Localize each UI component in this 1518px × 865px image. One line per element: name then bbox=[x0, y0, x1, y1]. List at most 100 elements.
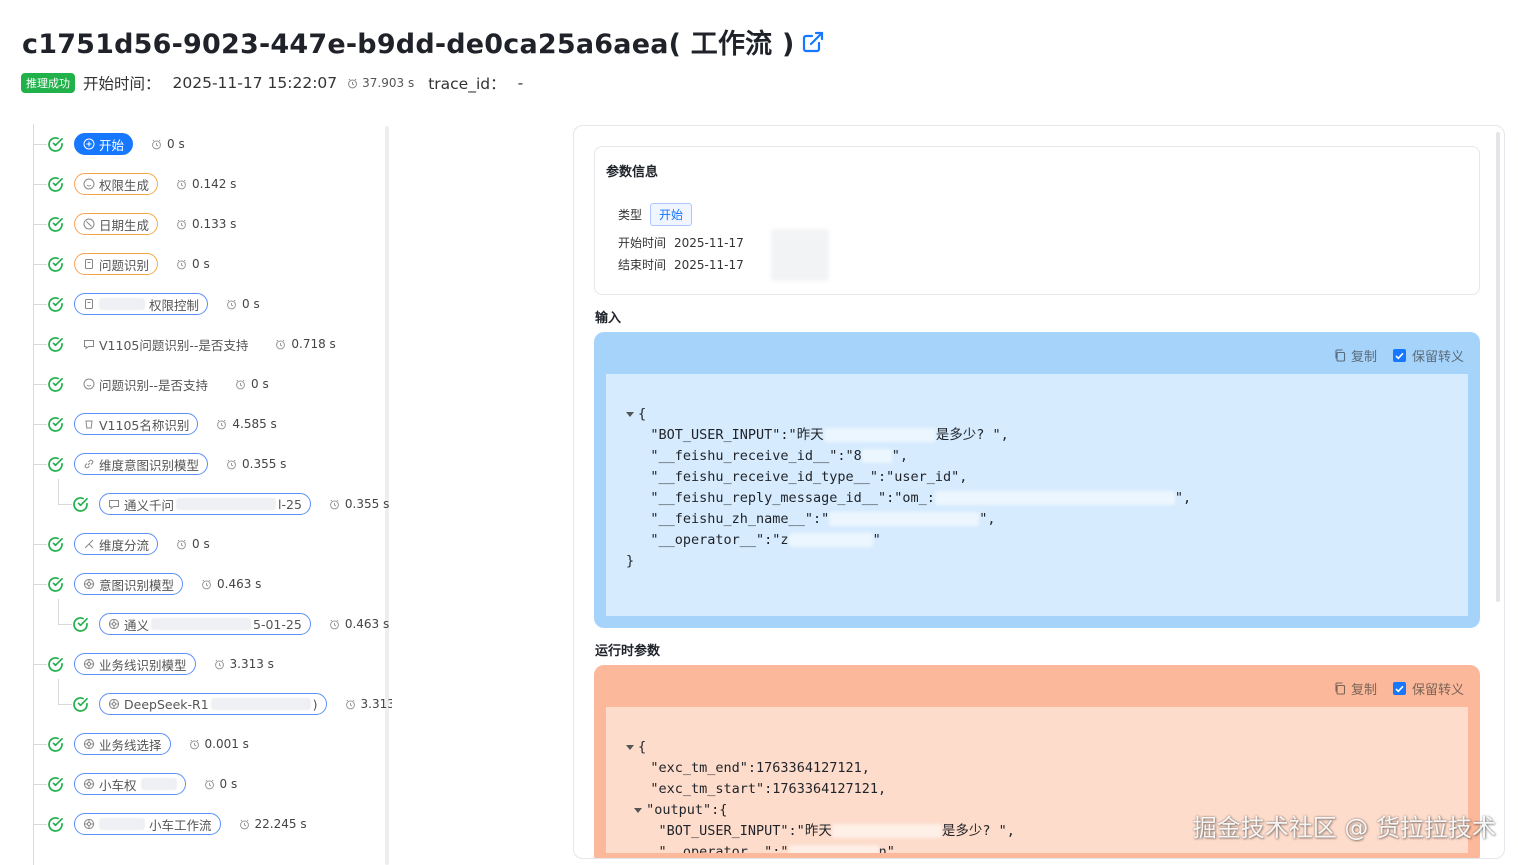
panel-scrollbar[interactable] bbox=[1496, 132, 1500, 602]
tree-node-12[interactable]: 意图识别模型 bbox=[74, 573, 184, 595]
tree-node-duration: 22.245 s bbox=[239, 817, 307, 831]
tree-node-15[interactable]: DeepSeek-R1) bbox=[99, 693, 327, 715]
clock-icon bbox=[177, 539, 186, 549]
tree-node-11[interactable]: 维度分流 bbox=[74, 533, 159, 555]
tree-node-duration: 0.133 s bbox=[176, 217, 236, 231]
json-line-text: "BOT_USER_INPUT":"昨天 bbox=[650, 427, 824, 443]
tree-node-label: 日期生成 bbox=[99, 217, 150, 233]
tree-node-row: DeepSeek-R1) 3.313 s bbox=[72, 689, 392, 719]
tree-node-18[interactable]: 小车工作流 bbox=[74, 813, 221, 835]
tree-node-duration-value: 0 s bbox=[192, 257, 210, 271]
redacted-time-block bbox=[771, 229, 829, 281]
param-start-label: 开始时间 bbox=[618, 236, 667, 250]
clock-icon bbox=[227, 299, 236, 309]
tree-node-duration: 3.313 s bbox=[345, 697, 392, 711]
detail-panel: 参数信息 类型 开始 开始时间 2025-11-17 结束时间 2025-11-… bbox=[573, 125, 1505, 859]
param-end-label: 结束时间 bbox=[618, 258, 667, 272]
input-copy-label: 复制 bbox=[1350, 350, 1377, 365]
runtime-copy-button[interactable]: 复制 bbox=[1334, 679, 1377, 698]
tree-node-duration: 0 s bbox=[176, 537, 210, 551]
check-circle-icon bbox=[47, 216, 64, 233]
tree-node-label: 维度意图识别模型 bbox=[99, 457, 200, 473]
split-icon bbox=[83, 538, 95, 550]
input-keep-escape-checkbox[interactable] bbox=[1392, 349, 1406, 362]
tree-node-8[interactable]: V1105名称识别 bbox=[74, 413, 199, 435]
clock-icon bbox=[276, 339, 286, 349]
clock-icon bbox=[204, 779, 214, 789]
redacted-text bbox=[176, 498, 277, 510]
copy-icon bbox=[1335, 682, 1346, 695]
tree-branch-line bbox=[33, 544, 47, 545]
tree-branch-line bbox=[33, 384, 47, 385]
input-tools: 复制 保留转义 bbox=[1334, 346, 1464, 365]
tree-node-17[interactable]: 小车权 bbox=[74, 773, 186, 795]
json-line: "BOT_USER_INPUT":"昨天 是多少? ", bbox=[626, 425, 1450, 446]
tree-node-9[interactable]: 维度意图识别模型 bbox=[74, 453, 209, 475]
clock-icon bbox=[329, 499, 339, 509]
redacted-text bbox=[99, 298, 145, 310]
tree-node-duration: 4.585 s bbox=[216, 417, 277, 431]
input-copy-button[interactable]: 复制 bbox=[1334, 346, 1377, 365]
collapse-toggle-icon[interactable] bbox=[626, 744, 634, 750]
collapse-toggle-icon[interactable] bbox=[634, 807, 643, 813]
tree-node-10[interactable]: 通义千问 l-25 bbox=[99, 493, 311, 515]
json-line-text: 是多少? ", bbox=[941, 823, 1015, 839]
tree-branch-line bbox=[33, 344, 47, 345]
clock-icon bbox=[217, 419, 227, 429]
tree-node-3[interactable]: 日期生成 bbox=[74, 213, 159, 235]
tree-branch-line bbox=[33, 744, 47, 745]
tree-node-13[interactable]: 通义 5-01-25 bbox=[99, 613, 311, 635]
json-line-text: "__feishu_reply_message_id__":"om_: bbox=[650, 490, 935, 506]
collapse-toggle-icon[interactable] bbox=[626, 411, 634, 417]
tree-branch-line bbox=[58, 599, 59, 624]
check-circle-icon bbox=[47, 136, 64, 153]
tree-node-duration: 0 s bbox=[176, 257, 210, 271]
page-title: c1751d56-9023-447e-b9dd-de0ca25a6aea( 工作… bbox=[22, 29, 795, 60]
json-line-text: "BOT_USER_INPUT":"昨天 bbox=[658, 823, 832, 839]
tree-node-5[interactable]: 权限控制 bbox=[74, 293, 209, 315]
tree-node-16[interactable]: 业务线选择 bbox=[74, 733, 171, 755]
tree-branch-line bbox=[58, 504, 72, 505]
check-circle-icon bbox=[47, 576, 64, 593]
tree-node-label: DeepSeek-R1 bbox=[124, 696, 209, 712]
json-line-text: "exc_tm_end":1763364127121, bbox=[650, 760, 870, 776]
external-link-icon[interactable] bbox=[801, 30, 825, 54]
runtime-keep-escape-checkbox[interactable] bbox=[1392, 682, 1406, 695]
tree-node-label: V1105问题识别--是否支持 bbox=[99, 337, 249, 353]
input-json-viewer[interactable]: { "BOT_USER_INPUT":"昨天 是多少? ", "__feishu_… bbox=[606, 374, 1468, 616]
json-line: "__feishu_reply_message_id__":"om_: ", bbox=[626, 488, 1450, 509]
param-type-label: 类型 bbox=[618, 208, 643, 222]
tree-node-label-suffix: 5-01-25 bbox=[253, 616, 302, 632]
tree-node-duration: 0 s bbox=[235, 377, 269, 391]
tree-node-2[interactable]: 权限生成 bbox=[74, 173, 159, 195]
tree-node-duration: 0.355 s bbox=[226, 457, 286, 471]
tree-node-14[interactable]: 业务线识别模型 bbox=[74, 653, 196, 675]
tree-node-duration: 0 s bbox=[226, 297, 260, 311]
param-info-heading: 参数信息 bbox=[606, 165, 659, 180]
tree-node-4[interactable]: 问题识别 bbox=[74, 253, 159, 275]
tree-node-1[interactable]: 开始 bbox=[74, 133, 134, 155]
redacted-text bbox=[934, 491, 1175, 505]
tree-node-7[interactable]: 问题识别--是否支持 bbox=[74, 373, 218, 395]
gear-icon bbox=[83, 658, 95, 670]
json-line-text: 是多少? ", bbox=[935, 427, 1009, 443]
runtime-keep-escape-label: 保留转义 bbox=[1411, 683, 1464, 698]
tree-branch-line bbox=[33, 784, 47, 785]
check-circle-icon bbox=[72, 496, 89, 513]
clock-icon bbox=[177, 219, 186, 229]
start-time-label: 开始时间： bbox=[83, 75, 161, 93]
tree-node-duration: 0 s bbox=[204, 777, 237, 791]
input-json-box: 复制 保留转义 { "BOT_USER_INPUT":"昨天 是多少? ", "_… bbox=[594, 332, 1480, 628]
tree-node-6[interactable]: V1105问题识别--是否支持 bbox=[74, 333, 258, 355]
json-line: "__feishu_receive_id_type__":"user_id", bbox=[626, 467, 1450, 488]
clock-icon bbox=[177, 179, 186, 189]
tree-node-row: 业务线识别模型 3.313 s bbox=[47, 649, 274, 679]
tree-node-duration: 0 s bbox=[151, 137, 185, 151]
tree-node-duration: 0.001 s bbox=[189, 737, 249, 751]
smile-icon bbox=[83, 378, 95, 390]
tree-node-label: V1105名称识别 bbox=[99, 417, 190, 433]
redacted-text bbox=[210, 698, 311, 710]
json-line: "__feishu_receive_id__":"8 ", bbox=[626, 446, 1450, 467]
runtime-copy-label: 复制 bbox=[1350, 683, 1377, 698]
json-line: "exc_tm_start":1763364127121, bbox=[626, 779, 1450, 800]
